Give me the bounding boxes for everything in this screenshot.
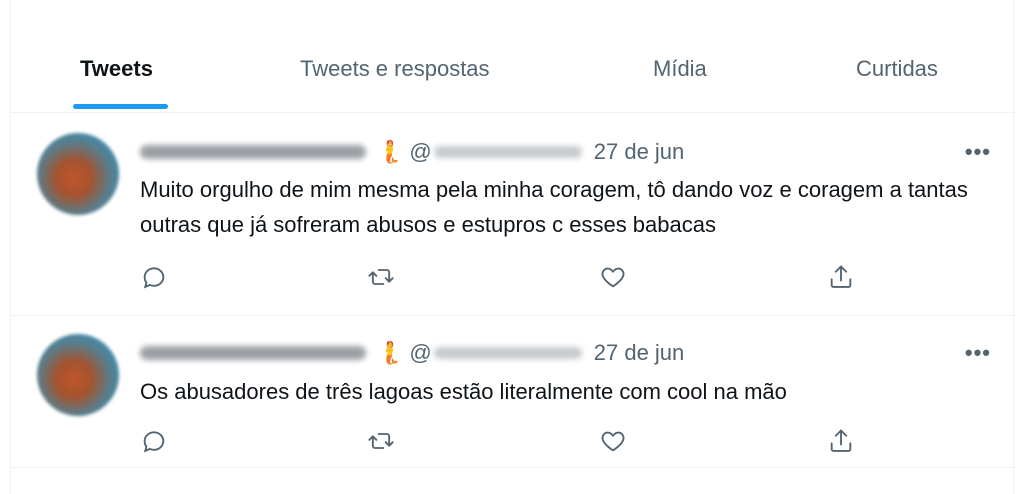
tab-tweets[interactable]: Tweets	[80, 56, 153, 82]
tweet-actions	[11, 426, 1015, 456]
profile-tabs: Tweets Tweets e respostas Mídia Curtidas	[11, 0, 1015, 113]
avatar[interactable]	[37, 334, 119, 416]
tweet-header: 🧜 @ 27 de jun	[140, 338, 684, 368]
avatar[interactable]	[37, 133, 119, 215]
retweet-icon[interactable]	[366, 262, 396, 292]
retweet-icon[interactable]	[366, 426, 396, 456]
more-options-icon[interactable]: •••	[965, 139, 991, 165]
handle-blurred[interactable]	[433, 347, 582, 359]
tweet-text: Muito orgulho de mim mesma pela minha co…	[140, 177, 968, 237]
handle-at-sign: @	[409, 340, 432, 365]
handle-at-sign: @	[409, 139, 432, 164]
tweet-item[interactable]: 🧜 @ 27 de jun ••• Os abusadores de três …	[11, 316, 1015, 468]
tweet-text: Os abusadores de três lagoas estão liter…	[140, 379, 787, 404]
display-name-blurred[interactable]	[140, 145, 366, 159]
handle-blurred[interactable]	[433, 146, 582, 158]
tab-likes[interactable]: Curtidas	[856, 56, 938, 82]
share-icon[interactable]	[826, 262, 856, 292]
tweet-header: 🧜 @ 27 de jun	[140, 137, 684, 167]
reply-icon[interactable]	[139, 426, 169, 456]
tweet-actions	[11, 262, 1015, 292]
share-icon[interactable]	[826, 426, 856, 456]
like-icon[interactable]	[598, 426, 628, 456]
more-options-icon[interactable]: •••	[965, 340, 991, 366]
active-tab-indicator	[73, 104, 168, 109]
like-icon[interactable]	[598, 262, 628, 292]
tweet-item[interactable]: 🧜 @ 27 de jun ••• Muito orgulho de mim m…	[11, 113, 1015, 316]
tweet-date[interactable]: 27 de jun	[594, 340, 685, 366]
tab-tweets-and-replies[interactable]: Tweets e respostas	[300, 56, 490, 82]
tab-media[interactable]: Mídia	[653, 56, 707, 82]
tweet-date[interactable]: 27 de jun	[594, 139, 685, 165]
mermaid-emoji-icon: 🧜	[376, 139, 404, 165]
reply-icon[interactable]	[139, 262, 169, 292]
profile-timeline: Tweets Tweets e respostas Mídia Curtidas…	[10, 0, 1015, 494]
mermaid-emoji-icon: 🧜	[376, 340, 404, 366]
display-name-blurred[interactable]	[140, 346, 366, 360]
